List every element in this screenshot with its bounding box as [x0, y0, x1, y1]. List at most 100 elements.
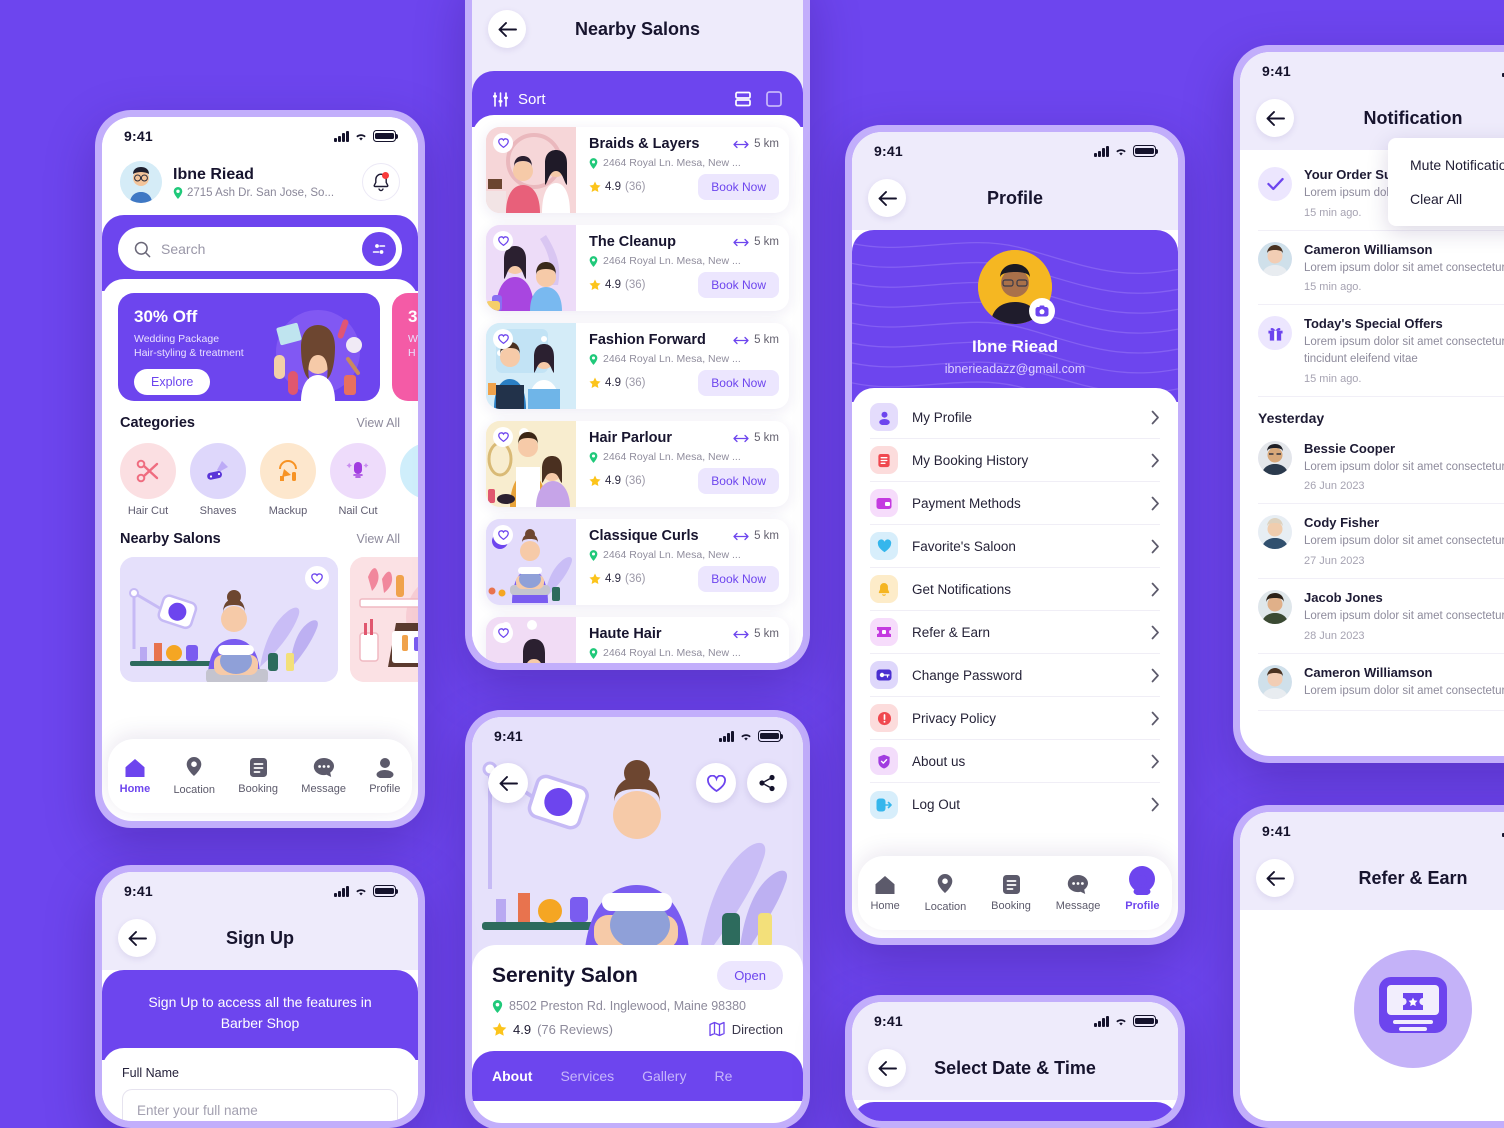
- home-user-block: Ibne Riead 2715 Ash Dr. San Jose, So...: [173, 166, 334, 199]
- category-item-hair[interactable]: Hai: [400, 443, 418, 517]
- menu-item-my-profile[interactable]: My Profile: [870, 396, 1160, 439]
- sort-button[interactable]: Sort: [492, 91, 546, 108]
- direction-button[interactable]: Direction: [709, 1021, 783, 1037]
- favorite-button[interactable]: [493, 231, 513, 251]
- location-pin-icon: [589, 353, 598, 365]
- promo-explore-button[interactable]: Explore: [134, 369, 211, 396]
- list-item[interactable]: Cameron Williamson Lorem ipsum dolor sit…: [1258, 654, 1504, 712]
- refer-content: [1240, 910, 1504, 1121]
- tab-booking[interactable]: Booking: [991, 874, 1031, 912]
- status-bar: 9:41: [852, 1002, 1178, 1036]
- list-item[interactable]: Jacob Jones Lorem ipsum dolor sit amet c…: [1258, 579, 1504, 654]
- menu-item-get-notifications[interactable]: Get Notifications: [870, 568, 1160, 611]
- carousel-dots[interactable]: [496, 948, 529, 955]
- favorite-button[interactable]: [696, 763, 736, 803]
- nearby-card[interactable]: [120, 557, 338, 682]
- menu-label: My Profile: [912, 409, 973, 425]
- share-button[interactable]: [747, 763, 787, 803]
- tab-services[interactable]: Services: [560, 1068, 614, 1084]
- location-pin-icon: [938, 873, 953, 893]
- list-item[interactable]: Cody Fisher Lorem ipsum dolor sit amet c…: [1258, 504, 1504, 580]
- favorite-button[interactable]: [493, 623, 513, 643]
- notification-text: Cody Fisher Lorem ipsum dolor sit amet c…: [1304, 515, 1504, 567]
- tab-reviews[interactable]: Re: [714, 1068, 732, 1084]
- phone-profile: 9:41 Profile Ibne Riead ibnerieadazz@gma…: [845, 125, 1185, 945]
- tab-booking[interactable]: Booking: [238, 757, 278, 795]
- category-item-mackup[interactable]: Mackup: [260, 443, 316, 517]
- menu-item-privacy-policy[interactable]: Privacy Policy: [870, 697, 1160, 740]
- list-item[interactable]: Bessie Cooper Lorem ipsum dolor sit amet…: [1258, 430, 1504, 505]
- menu-item-log-out[interactable]: Log Out: [870, 783, 1160, 826]
- search-bar[interactable]: Search: [118, 227, 402, 271]
- user-name: Ibne Riead: [173, 165, 254, 183]
- menu-item-mute-notification[interactable]: Mute Notification: [1388, 148, 1504, 182]
- tab-profile[interactable]: Profile: [369, 757, 400, 795]
- back-button[interactable]: [488, 10, 526, 48]
- promo-card-secondary[interactable]: 3 W H: [392, 293, 418, 401]
- nearby-view-all[interactable]: View All: [356, 532, 400, 546]
- back-button[interactable]: [868, 1049, 906, 1087]
- category-item-hair-cut[interactable]: Hair Cut: [120, 443, 176, 517]
- table-row[interactable]: Haute Hair 5 km 2464 Royal Ln. Mesa, New…: [486, 617, 789, 663]
- book-now-button[interactable]: Book Now: [698, 566, 779, 592]
- category-item-shaves[interactable]: Shaves: [190, 443, 246, 517]
- list-view-icon[interactable]: [734, 90, 752, 108]
- tab-home[interactable]: Home: [870, 875, 900, 912]
- table-row[interactable]: Braids & Layers 5 km 2464 Royal Ln. Mesa…: [486, 127, 789, 213]
- promo-carousel[interactable]: 30% Off Wedding Package Hair-styling & t…: [102, 293, 418, 401]
- date-panel: [852, 1102, 1178, 1121]
- book-now-button[interactable]: Book Now: [698, 468, 779, 494]
- favorite-button[interactable]: [493, 525, 513, 545]
- table-row[interactable]: Fashion Forward 5 km 2464 Royal Ln. Mesa…: [486, 323, 789, 409]
- favorite-button[interactable]: [493, 329, 513, 349]
- menu-item-favorites-saloon[interactable]: Favorite's Saloon: [870, 525, 1160, 568]
- menu-item-change-password[interactable]: Change Password: [870, 654, 1160, 697]
- change-photo-button[interactable]: [1029, 298, 1055, 324]
- favorite-button[interactable]: [305, 566, 329, 590]
- tab-profile[interactable]: Profile: [1125, 866, 1160, 912]
- categories-view-all[interactable]: View All: [356, 416, 400, 430]
- notification-bell-button[interactable]: [362, 163, 400, 201]
- back-button[interactable]: [1256, 859, 1294, 897]
- tab-location[interactable]: Location: [173, 756, 215, 796]
- tab-about[interactable]: About: [492, 1068, 532, 1084]
- favorite-button[interactable]: [493, 133, 513, 153]
- favorite-button[interactable]: [493, 427, 513, 447]
- filter-button[interactable]: [362, 232, 396, 266]
- book-now-button[interactable]: Book Now: [698, 272, 779, 298]
- menu-item-refer-earn[interactable]: Refer & Earn: [870, 611, 1160, 654]
- menu-item-payment-methods[interactable]: Payment Methods: [870, 482, 1160, 525]
- salon-row-rating: 4.9 (36) Book Now: [589, 174, 779, 200]
- list-item[interactable]: Today's Special Offers Lorem ipsum dolor…: [1258, 305, 1504, 397]
- back-button[interactable]: [868, 179, 906, 217]
- avatar[interactable]: [120, 161, 162, 203]
- nearby-card[interactable]: [350, 557, 418, 682]
- salon-thumbnail: [486, 421, 576, 507]
- book-now-button[interactable]: Book Now: [698, 174, 779, 200]
- back-button[interactable]: [1256, 99, 1294, 137]
- grid-view-icon[interactable]: [765, 90, 783, 108]
- tab-message[interactable]: Message: [1056, 874, 1100, 912]
- signup-form: Full Name Enter your full name: [102, 1048, 418, 1121]
- back-button[interactable]: [488, 763, 528, 803]
- wifi-icon: [1116, 148, 1126, 156]
- salon-distance: 5 km: [733, 334, 779, 346]
- promo-card[interactable]: 30% Off Wedding Package Hair-styling & t…: [118, 293, 380, 401]
- tab-gallery[interactable]: Gallery: [642, 1068, 686, 1084]
- table-row[interactable]: The Cleanup 5 km 2464 Royal Ln. Mesa, Ne…: [486, 225, 789, 311]
- list-item[interactable]: Cameron Williamson Lorem ipsum dolor sit…: [1258, 231, 1504, 306]
- notification-title: Cameron Williamson: [1304, 664, 1433, 680]
- tab-location[interactable]: Location: [925, 873, 966, 913]
- menu-item-booking-history[interactable]: My Booking History: [870, 439, 1160, 482]
- menu-item-clear-all[interactable]: Clear All: [1388, 182, 1504, 216]
- tab-home[interactable]: Home: [120, 758, 150, 795]
- menu-item-about-us[interactable]: About us: [870, 740, 1160, 783]
- category-item-nail-cut[interactable]: Nail Cut: [330, 443, 386, 517]
- back-button[interactable]: [118, 919, 156, 957]
- tab-message[interactable]: Message: [301, 757, 346, 795]
- book-now-button[interactable]: Book Now: [698, 370, 779, 396]
- table-row[interactable]: Classique Curls 5 km 2464 Royal Ln. Mesa…: [486, 519, 789, 605]
- table-row[interactable]: Hair Parlour 5 km 2464 Royal Ln. Mesa, N…: [486, 421, 789, 507]
- avatar: [1258, 664, 1292, 699]
- full-name-input[interactable]: Enter your full name: [122, 1089, 398, 1121]
